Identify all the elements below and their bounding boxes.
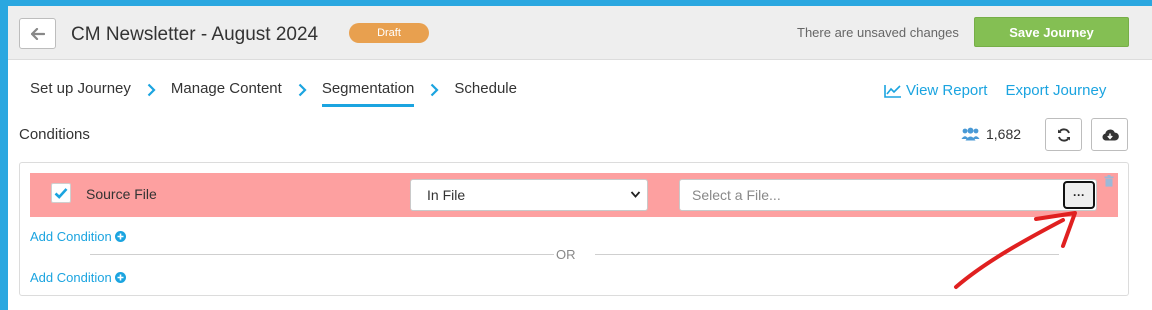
unsaved-changes-text: There are unsaved changes bbox=[797, 25, 959, 40]
journey-title: CM Newsletter - August 2024 bbox=[71, 24, 319, 45]
refresh-button[interactable] bbox=[1045, 118, 1082, 151]
add-condition-label: Add Condition bbox=[30, 229, 112, 244]
conditions-panel: Source File In File Select a File... ···… bbox=[19, 162, 1129, 296]
plus-circle-icon bbox=[114, 272, 126, 283]
cloud-download-icon bbox=[1101, 129, 1119, 140]
audience-count: 1,682 bbox=[961, 126, 1021, 142]
operator-select[interactable]: In File bbox=[410, 179, 648, 211]
add-condition-link[interactable]: Add Condition bbox=[30, 270, 126, 285]
check-icon bbox=[54, 188, 68, 199]
condition-field-label: Source File bbox=[86, 186, 157, 202]
chevron-right-icon bbox=[147, 83, 156, 97]
step-schedule[interactable]: Schedule bbox=[454, 80, 517, 107]
refresh-icon bbox=[1057, 127, 1070, 142]
step-manage-content[interactable]: Manage Content bbox=[171, 80, 282, 107]
users-icon bbox=[961, 127, 980, 141]
export-journey-link[interactable]: Export Journey bbox=[1005, 82, 1106, 99]
conditions-heading: Conditions bbox=[19, 126, 90, 143]
add-condition-link[interactable]: Add Condition bbox=[30, 229, 126, 244]
top-links: View Report Export Journey bbox=[884, 82, 1106, 99]
back-arrow-icon bbox=[30, 27, 45, 40]
condition-row: Source File In File Select a File... ··· bbox=[30, 173, 1118, 217]
step-setup-journey[interactable]: Set up Journey bbox=[30, 80, 131, 107]
step-breadcrumb: Set up Journey Manage Content Segmentati… bbox=[30, 80, 517, 110]
journey-editor: CM Newsletter - August 2024 Draft There … bbox=[8, 6, 1152, 310]
trash-icon[interactable] bbox=[1104, 175, 1114, 187]
status-badge: Draft bbox=[349, 23, 429, 43]
or-divider-right bbox=[595, 254, 1059, 255]
caret-down-icon bbox=[630, 191, 641, 198]
view-report-link[interactable]: View Report bbox=[884, 82, 987, 99]
or-divider-label: OR bbox=[556, 247, 576, 262]
chart-line-icon bbox=[884, 84, 901, 98]
chevron-right-icon bbox=[298, 83, 307, 97]
back-button[interactable] bbox=[19, 18, 56, 49]
add-condition-label: Add Condition bbox=[30, 270, 112, 285]
condition-checkbox[interactable] bbox=[51, 183, 71, 203]
step-segmentation[interactable]: Segmentation bbox=[321, 80, 415, 107]
header-bar: CM Newsletter - August 2024 Draft There … bbox=[8, 6, 1152, 60]
file-select-input[interactable]: Select a File... bbox=[679, 179, 1097, 211]
view-report-label: View Report bbox=[906, 82, 988, 99]
save-journey-button[interactable]: Save Journey bbox=[974, 17, 1129, 47]
audience-count-value: 1,682 bbox=[986, 126, 1022, 142]
download-button[interactable] bbox=[1091, 118, 1128, 151]
plus-circle-icon bbox=[114, 231, 126, 242]
browse-files-button[interactable]: ··· bbox=[1063, 181, 1095, 209]
chevron-right-icon bbox=[431, 83, 439, 97]
operator-select-value: In File bbox=[427, 187, 466, 203]
or-divider-left bbox=[90, 254, 554, 255]
